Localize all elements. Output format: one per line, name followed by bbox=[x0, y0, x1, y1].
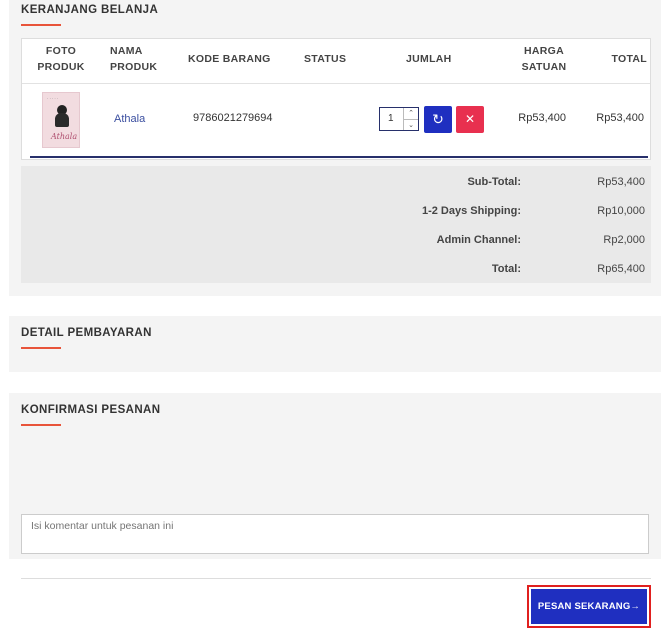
order-now-button[interactable]: PESAN SEKARANG→ bbox=[531, 589, 647, 624]
product-code: 9786021279694 bbox=[193, 112, 273, 124]
refresh-icon: ↻ bbox=[432, 111, 444, 127]
total-value: Rp65,400 bbox=[597, 263, 645, 275]
close-icon: ✕ bbox=[464, 112, 476, 126]
order-now-label: PESAN SEKARANG bbox=[537, 601, 631, 612]
quantity-up-icon[interactable]: ⌃ bbox=[404, 108, 418, 120]
total-label: Total: bbox=[491, 263, 521, 275]
cart-title: KERANJANG BELANJA bbox=[21, 4, 159, 16]
cart-title-underline bbox=[21, 24, 61, 26]
col-name-header: NAMA PRODUK bbox=[110, 45, 158, 73]
payment-title: DETAIL PEMBAYARAN bbox=[21, 327, 152, 339]
col-total-header: TOTAL bbox=[611, 53, 647, 65]
remove-item-button[interactable]: ✕ bbox=[456, 106, 484, 133]
quantity-stepper[interactable]: 1 ⌃ ⌄ bbox=[379, 107, 419, 131]
confirmation-title: KONFIRMASI PESANAN bbox=[21, 404, 161, 416]
shipping-value: Rp10,000 bbox=[597, 205, 645, 217]
cart-panel: KERANJANG BELANJA FOTO PRODUK NAMA PRODU… bbox=[9, 0, 661, 296]
confirmation-panel: KONFIRMASI PESANAN PESAN SEKARANG→ bbox=[9, 393, 661, 628]
payment-title-underline bbox=[21, 347, 61, 349]
cart-table: FOTO PRODUK NAMA PRODUK KODE BARANG STAT… bbox=[21, 38, 651, 160]
admin-value: Rp2,000 bbox=[603, 234, 645, 246]
unit-price: Rp53,400 bbox=[518, 112, 566, 124]
subtotal-value: Rp53,400 bbox=[597, 176, 645, 188]
payment-panel: DETAIL PEMBAYARAN bbox=[9, 316, 661, 372]
comment-input[interactable] bbox=[21, 514, 649, 554]
confirmation-divider bbox=[21, 578, 651, 579]
quantity-value[interactable]: 1 bbox=[388, 113, 394, 124]
col-code-header: KODE BARANG bbox=[188, 53, 271, 65]
header-divider bbox=[22, 83, 650, 84]
shipping-label: 1-2 Days Shipping: bbox=[421, 205, 521, 217]
subtotal-label: Sub-Total: bbox=[467, 176, 521, 188]
col-unit-price-header: HARGA SATUAN bbox=[521, 45, 567, 73]
cart-summary: Sub-Total: Rp53,400 1-2 Days Shipping: R… bbox=[21, 166, 651, 283]
quantity-down-icon[interactable]: ⌄ bbox=[404, 120, 418, 131]
row-total: Rp53,400 bbox=[596, 112, 644, 124]
product-photo-title: Athala bbox=[51, 132, 78, 141]
product-photo: · · · · · Athala bbox=[42, 92, 80, 148]
col-status-header: STATUS bbox=[304, 53, 347, 65]
table-bottom-border bbox=[30, 156, 648, 158]
confirmation-title-underline bbox=[21, 424, 61, 426]
quantity-arrows: ⌃ ⌄ bbox=[403, 108, 418, 130]
admin-label: Admin Channel: bbox=[436, 234, 521, 246]
col-qty-header: JUMLAH bbox=[406, 53, 452, 65]
update-quantity-button[interactable]: ↻ bbox=[424, 106, 452, 133]
col-photo-header: FOTO PRODUK bbox=[37, 45, 85, 73]
product-name-link[interactable]: Athala bbox=[114, 112, 145, 126]
arrow-right-icon: → bbox=[630, 601, 641, 612]
